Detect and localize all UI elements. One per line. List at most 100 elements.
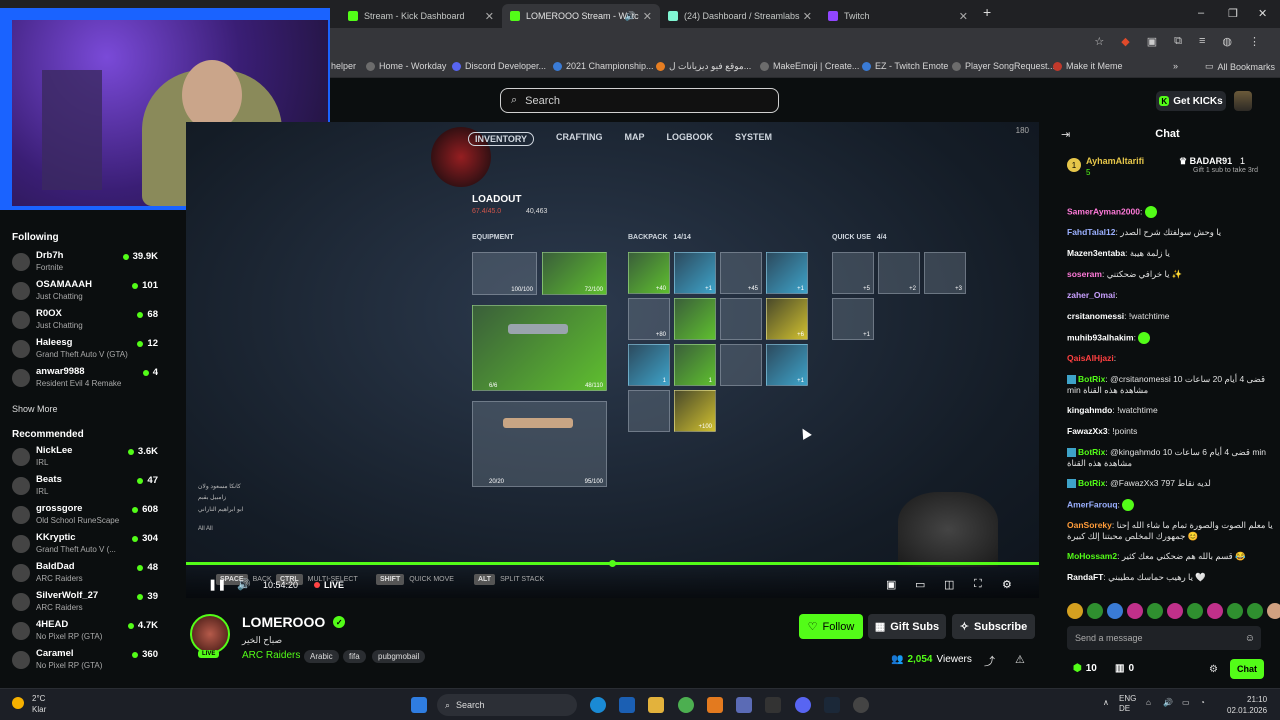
emote-icon[interactable] bbox=[1107, 603, 1123, 619]
tray-chevron-icon[interactable]: ∧ bbox=[1103, 698, 1109, 707]
chat-username[interactable]: MoHossam2 bbox=[1067, 551, 1117, 561]
emote-icon[interactable] bbox=[1167, 603, 1183, 619]
sidebar-channel[interactable]: Caramel No Pixel RP (GTA) 360 bbox=[0, 645, 170, 674]
volume-icon[interactable]: 🔊 bbox=[237, 578, 251, 591]
extension-icon[interactable]: ▣ bbox=[1147, 35, 1157, 48]
close-icon[interactable]: ✕ bbox=[959, 10, 968, 23]
streamer-name[interactable]: LOMEROOO ✓ bbox=[242, 614, 346, 630]
progress-handle[interactable] bbox=[609, 560, 616, 567]
follow-button[interactable]: ♡ Follow bbox=[799, 614, 863, 639]
chat-settings-icon[interactable]: ⚙ bbox=[1209, 664, 1218, 675]
report-icon[interactable]: ⚠ bbox=[1015, 653, 1025, 666]
chat-username[interactable]: RandaFT bbox=[1067, 572, 1103, 582]
send-chat-button[interactable]: Chat bbox=[1230, 659, 1264, 679]
discord-icon[interactable] bbox=[795, 697, 811, 713]
share-icon[interactable]: ⤴ bbox=[984, 653, 995, 669]
sidebar-channel[interactable]: KKryptic Grand Theft Auto V (... 304 bbox=[0, 529, 170, 558]
bookmark-item[interactable]: helper bbox=[331, 61, 356, 71]
gift-count[interactable]: ▥ 0 bbox=[1115, 663, 1134, 674]
edge-icon[interactable] bbox=[590, 697, 606, 713]
emoji-icon[interactable]: ☺ bbox=[1245, 633, 1255, 644]
obs-icon[interactable] bbox=[853, 697, 869, 713]
app-icon[interactable] bbox=[736, 697, 752, 713]
bookmark-item[interactable]: 2021 Championship... bbox=[553, 61, 654, 71]
chat-input[interactable]: Send a message ☺ bbox=[1067, 626, 1261, 650]
weather-widget[interactable]: 2°C Klar bbox=[12, 693, 46, 715]
chat-username[interactable]: FahdTalal12 bbox=[1067, 227, 1116, 237]
chat-username[interactable]: kingahmdo bbox=[1067, 405, 1112, 415]
bookmark-item[interactable]: MakeEmoji | Create... bbox=[760, 61, 859, 71]
taskbar-search[interactable]: ⌕ Search bbox=[437, 694, 577, 716]
bookmark-item[interactable]: Make it Meme bbox=[1053, 61, 1123, 71]
kebab-menu-icon[interactable]: ⋮ bbox=[1249, 35, 1260, 48]
tab-twitch[interactable]: Twitch ✕ bbox=[820, 4, 976, 28]
chat-username[interactable]: SamerAyman2000 bbox=[1067, 206, 1140, 216]
maximize-button[interactable]: ❐ bbox=[1228, 7, 1238, 20]
all-bookmarks[interactable]: ▭ All Bookmarks bbox=[1205, 61, 1275, 72]
video-player[interactable]: INVENTORY CRAFTING MAP LOGBOOK SYSTEM 18… bbox=[186, 122, 1039, 598]
streamer-avatar[interactable] bbox=[190, 614, 230, 654]
close-window-button[interactable]: ✕ bbox=[1258, 7, 1267, 20]
network-icon[interactable]: ⌂ bbox=[1146, 698, 1151, 707]
sidebar-channel[interactable]: Drb7h Fortnite 39.9K bbox=[0, 247, 170, 276]
chat-username[interactable]: AmerFarouq bbox=[1067, 499, 1118, 509]
pause-icon[interactable]: ❚❚ bbox=[208, 578, 226, 591]
sidebar-channel[interactable]: R0OX Just Chatting 68 bbox=[0, 305, 170, 334]
sidebar-channel[interactable]: Beats IRL 47 bbox=[0, 471, 170, 500]
emote-icon[interactable] bbox=[1067, 603, 1083, 619]
clip-icon[interactable]: ▣ bbox=[886, 578, 896, 591]
chat-username[interactable]: soseram bbox=[1067, 269, 1102, 279]
chat-username[interactable]: BotRix bbox=[1078, 478, 1105, 488]
close-icon[interactable]: ✕ bbox=[485, 10, 494, 23]
emote-icon[interactable] bbox=[1247, 603, 1263, 619]
chat-username[interactable]: FawazXx3 bbox=[1067, 426, 1108, 436]
menu-lines-icon[interactable]: ≡ bbox=[1199, 35, 1205, 48]
bookmark-item[interactable]: Home - Workday bbox=[366, 61, 446, 71]
emote-icon[interactable] bbox=[1187, 603, 1203, 619]
clock[interactable]: 21:10 02.01.2026 bbox=[1227, 694, 1267, 716]
sound-icon[interactable]: 🔊 bbox=[1163, 698, 1173, 707]
chat-username[interactable]: crsitanomessi bbox=[1067, 311, 1124, 321]
bookmark-item[interactable]: Player SongRequest... bbox=[952, 61, 1055, 71]
sidebar-channel[interactable]: grossgore Old School RuneScape 608 bbox=[0, 500, 170, 529]
emote-icon[interactable] bbox=[1127, 603, 1143, 619]
steam-icon[interactable] bbox=[824, 697, 840, 713]
settings-icon[interactable]: ⚙ bbox=[1002, 578, 1012, 591]
emote-icon[interactable] bbox=[1267, 603, 1280, 619]
subscribe-button[interactable]: ✧ Subscribe bbox=[952, 614, 1035, 639]
outlook-icon[interactable] bbox=[619, 697, 635, 713]
tab-streamlabs[interactable]: (24) Dashboard / Streamlabs ✕ bbox=[660, 4, 820, 28]
emote-icon[interactable] bbox=[1087, 603, 1103, 619]
star-icon[interactable]: ☆ bbox=[1094, 35, 1104, 48]
chat-username[interactable]: QaisAlHjazi bbox=[1067, 353, 1114, 363]
chat-username[interactable]: zaher_Omai bbox=[1067, 290, 1115, 300]
minimize-button[interactable]: – bbox=[1198, 7, 1204, 19]
chat-username[interactable]: BotRix bbox=[1078, 447, 1105, 457]
get-kicks-button[interactable]: K Get KICKs bbox=[1156, 91, 1226, 111]
bookmark-item[interactable]: Discord Developer... bbox=[452, 61, 546, 71]
bookmark-item[interactable]: موقع فيو ديزيانات ل... bbox=[656, 61, 751, 72]
pip-icon[interactable]: ◫ bbox=[944, 578, 954, 591]
language-indicator[interactable]: ENG DE bbox=[1119, 694, 1136, 714]
search-input[interactable]: ⌕ Search bbox=[500, 88, 779, 113]
sidebar-channel[interactable]: Haleesg Grand Theft Auto V (GTA) 12 bbox=[0, 334, 170, 363]
battery-icon[interactable]: ▭ bbox=[1182, 698, 1190, 707]
chrome-icon[interactable] bbox=[678, 697, 694, 713]
stream-tag[interactable]: Arabic bbox=[304, 650, 339, 663]
tab-lomerooo-stream[interactable]: LOMEROOO Stream - Watc 🔊 ✕ bbox=[502, 4, 660, 28]
show-more-button[interactable]: Show More bbox=[12, 404, 58, 414]
speaker-icon[interactable]: 🔊 bbox=[625, 11, 636, 22]
close-icon[interactable]: ✕ bbox=[643, 10, 652, 23]
user-avatar[interactable] bbox=[1234, 91, 1252, 111]
fullscreen-icon[interactable]: ⛶ bbox=[974, 578, 982, 591]
notification-icon[interactable]: ◔ bbox=[1200, 698, 1205, 707]
close-icon[interactable]: ✕ bbox=[803, 10, 812, 23]
sidebar-channel[interactable]: OSAMAAAH Just Chatting 101 bbox=[0, 276, 170, 305]
sidebar-channel[interactable]: BaldDad ARC Raiders 48 bbox=[0, 558, 170, 587]
file-explorer-icon[interactable] bbox=[648, 697, 664, 713]
profile-icon[interactable]: ◍ bbox=[1222, 35, 1232, 48]
points-count[interactable]: ⬢ 10 bbox=[1073, 663, 1097, 674]
leaderboard-user[interactable]: AyhamAltarifi bbox=[1086, 156, 1144, 166]
emote-icon[interactable] bbox=[1227, 603, 1243, 619]
new-tab-button[interactable]: + bbox=[983, 4, 991, 20]
